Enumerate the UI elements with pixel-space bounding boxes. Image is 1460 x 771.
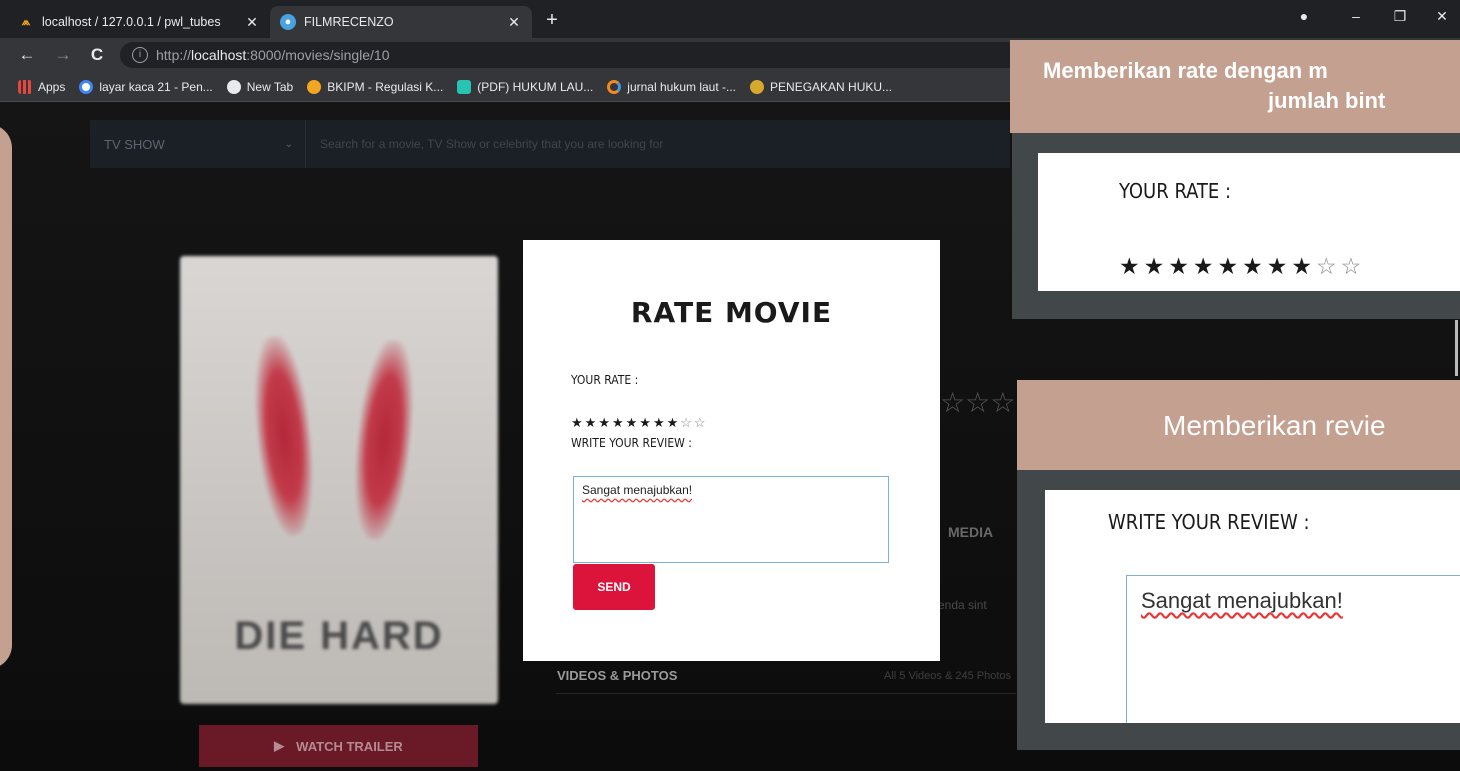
profile-icon[interactable]: ● bbox=[1290, 8, 1318, 24]
divider bbox=[1455, 320, 1458, 376]
star-empty-icon[interactable]: ☆ bbox=[1316, 253, 1341, 279]
bookmark-new-tab[interactable]: New Tab bbox=[226, 79, 293, 94]
star-filled-icon[interactable]: ★ bbox=[1119, 253, 1144, 279]
restore-icon[interactable]: ❐ bbox=[1386, 8, 1414, 25]
star-filled-icon[interactable]: ★ bbox=[639, 415, 653, 430]
star-filled-icon[interactable]: ★ bbox=[667, 415, 681, 430]
review-textarea[interactable]: Sangat menajubkan! bbox=[573, 476, 889, 563]
star-empty-icon[interactable]: ☆ bbox=[680, 415, 694, 430]
reload-icon[interactable]: C bbox=[86, 44, 108, 66]
site-search-input[interactable]: Search for a movie, TV Show or celebrity… bbox=[306, 137, 663, 151]
category-dropdown[interactable]: TV SHOW ⌄ bbox=[90, 120, 306, 168]
star-filled-icon[interactable]: ★ bbox=[626, 415, 640, 430]
screenshot-root: ⩕ localhost / 127.0.0.1 / pwl_tubes ✕ ● … bbox=[0, 0, 1460, 771]
penegakan-icon bbox=[750, 79, 765, 94]
bookmark-penegakan[interactable]: PENEGAKAN HUKU... bbox=[750, 79, 892, 94]
address-bar[interactable]: i http://localhost:8000/movies/single/10 bbox=[120, 42, 1020, 68]
bookmark-apps[interactable]: Apps bbox=[18, 79, 65, 94]
zoom-review-label: WRITE YOUR REVIEW : bbox=[1108, 510, 1310, 534]
tab-title: FILMRECENZO bbox=[304, 15, 394, 29]
send-button[interactable]: SEND bbox=[573, 564, 655, 610]
phpmyadmin-icon: ⩕ bbox=[21, 15, 31, 28]
new-tab-button[interactable]: + bbox=[540, 8, 564, 32]
film-icon: ● bbox=[280, 14, 296, 30]
rate-label: YOUR RATE : bbox=[571, 373, 639, 387]
poster-artwork bbox=[347, 337, 421, 543]
star-filled-icon[interactable]: ★ bbox=[1242, 253, 1267, 279]
globe-icon bbox=[226, 79, 241, 94]
videos-photos-heading: VIDEOS & PHOTOS bbox=[557, 668, 678, 683]
tab-media[interactable]: MEDIA bbox=[948, 524, 993, 540]
star-filled-icon[interactable]: ★ bbox=[1144, 253, 1169, 279]
watch-trailer-button[interactable]: ▶ WATCH TRAILER bbox=[199, 725, 478, 767]
close-window-icon[interactable]: ✕ bbox=[1428, 8, 1456, 25]
background-rating-stars: ☆☆☆ bbox=[940, 387, 1016, 418]
url-path: :8000/movies/single/10 bbox=[246, 47, 390, 63]
overview-snippet: enda sint bbox=[938, 598, 987, 612]
star-rating[interactable]: ★★★★★★★★☆☆ bbox=[571, 415, 708, 431]
minimize-icon[interactable]: – bbox=[1342, 8, 1370, 24]
star-empty-icon[interactable]: ☆ bbox=[1341, 253, 1366, 279]
divider bbox=[556, 693, 1016, 694]
movie-poster: DIE HARD bbox=[180, 256, 498, 704]
zoom-review-textarea: Sangat menajubkan! bbox=[1126, 575, 1460, 723]
star-filled-icon[interactable]: ★ bbox=[571, 415, 585, 430]
review-label: WRITE YOUR REVIEW : bbox=[571, 436, 692, 450]
star-filled-icon[interactable]: ★ bbox=[1218, 253, 1243, 279]
zoom-rate-label: YOUR RATE : bbox=[1119, 179, 1232, 203]
browser-tab-strip: ⩕ localhost / 127.0.0.1 / pwl_tubes ✕ ● … bbox=[0, 0, 1460, 38]
url-scheme: http:// bbox=[156, 47, 192, 63]
bookmark-bkipm[interactable]: BKIPM - Regulasi K... bbox=[307, 79, 443, 94]
close-icon[interactable]: ✕ bbox=[506, 14, 522, 31]
star-filled-icon[interactable]: ★ bbox=[1267, 253, 1292, 279]
annotation-review-heading: Memberikan revie bbox=[1017, 380, 1460, 470]
close-icon[interactable]: ✕ bbox=[244, 14, 260, 31]
info-icon[interactable]: i bbox=[132, 47, 148, 63]
annotation-rate-heading: Memberikan rate dengan m jumlah bint bbox=[1010, 40, 1460, 133]
tab-filmrecenzo[interactable]: ● FILMRECENZO ✕ bbox=[270, 6, 532, 38]
bkipm-icon bbox=[307, 79, 322, 94]
poster-artwork bbox=[247, 333, 321, 539]
url-host: localhost bbox=[191, 47, 247, 63]
back-icon[interactable]: ← bbox=[16, 44, 38, 66]
zoom-review-text: Sangat menajubkan! bbox=[1141, 588, 1343, 613]
annotation-text: Memberikan revie bbox=[1163, 410, 1386, 441]
bookmark-pdf-hukum[interactable]: (PDF) HUKUM LAU... bbox=[457, 79, 593, 94]
star-filled-icon[interactable]: ★ bbox=[585, 415, 599, 430]
star-filled-icon[interactable]: ★ bbox=[598, 415, 612, 430]
star-empty-icon[interactable]: ☆ bbox=[694, 415, 708, 430]
star-filled-icon[interactable]: ★ bbox=[1291, 253, 1316, 279]
star-filled-icon[interactable]: ★ bbox=[612, 415, 626, 430]
tab-phpmyadmin[interactable]: ⩕ localhost / 127.0.0.1 / pwl_tubes ✕ bbox=[8, 6, 270, 38]
researchgate-icon bbox=[457, 79, 472, 94]
site-search-bar: TV SHOW ⌄ Search for a movie, TV Show or … bbox=[90, 120, 1010, 168]
forward-icon[interactable]: → bbox=[52, 44, 74, 66]
zoom-star-rating: ★★★★★★★★☆☆ bbox=[1119, 253, 1365, 280]
annotation-side-bar bbox=[0, 124, 12, 669]
star-filled-icon[interactable]: ★ bbox=[1193, 253, 1218, 279]
review-text: Sangat menajubkan! bbox=[582, 483, 693, 497]
tab-title: localhost / 127.0.0.1 / pwl_tubes bbox=[42, 15, 221, 29]
annotation-text: Memberikan rate dengan m bbox=[1043, 58, 1328, 83]
bookmark-jurnal[interactable]: jurnal hukum laut -... bbox=[607, 79, 736, 94]
google-icon bbox=[79, 79, 94, 94]
star-filled-icon[interactable]: ★ bbox=[1168, 253, 1193, 279]
bookmark-layar-kaca[interactable]: layar kaca 21 - Pen... bbox=[79, 79, 213, 94]
star-filled-icon[interactable]: ★ bbox=[653, 415, 667, 430]
annotation-text: jumlah bint bbox=[1268, 88, 1386, 113]
videos-photos-count[interactable]: All 5 Videos & 245 Photos bbox=[884, 670, 1011, 682]
zoomed-rate-card: YOUR RATE : ★★★★★★★★☆☆ bbox=[1038, 153, 1460, 291]
chevron-down-icon: ⌄ bbox=[284, 138, 293, 150]
zoomed-review-card: WRITE YOUR REVIEW : Sangat menajubkan! bbox=[1045, 490, 1460, 723]
modal-title: RATE MOVIE bbox=[630, 296, 833, 329]
apps-grid-icon bbox=[18, 79, 32, 94]
rate-movie-modal: RATE MOVIE YOUR RATE : ★★★★★★★★☆☆ WRITE … bbox=[523, 240, 940, 661]
play-icon: ▶ bbox=[274, 738, 285, 753]
poster-title: DIE HARD bbox=[234, 614, 444, 658]
jurnal-icon bbox=[607, 79, 622, 94]
